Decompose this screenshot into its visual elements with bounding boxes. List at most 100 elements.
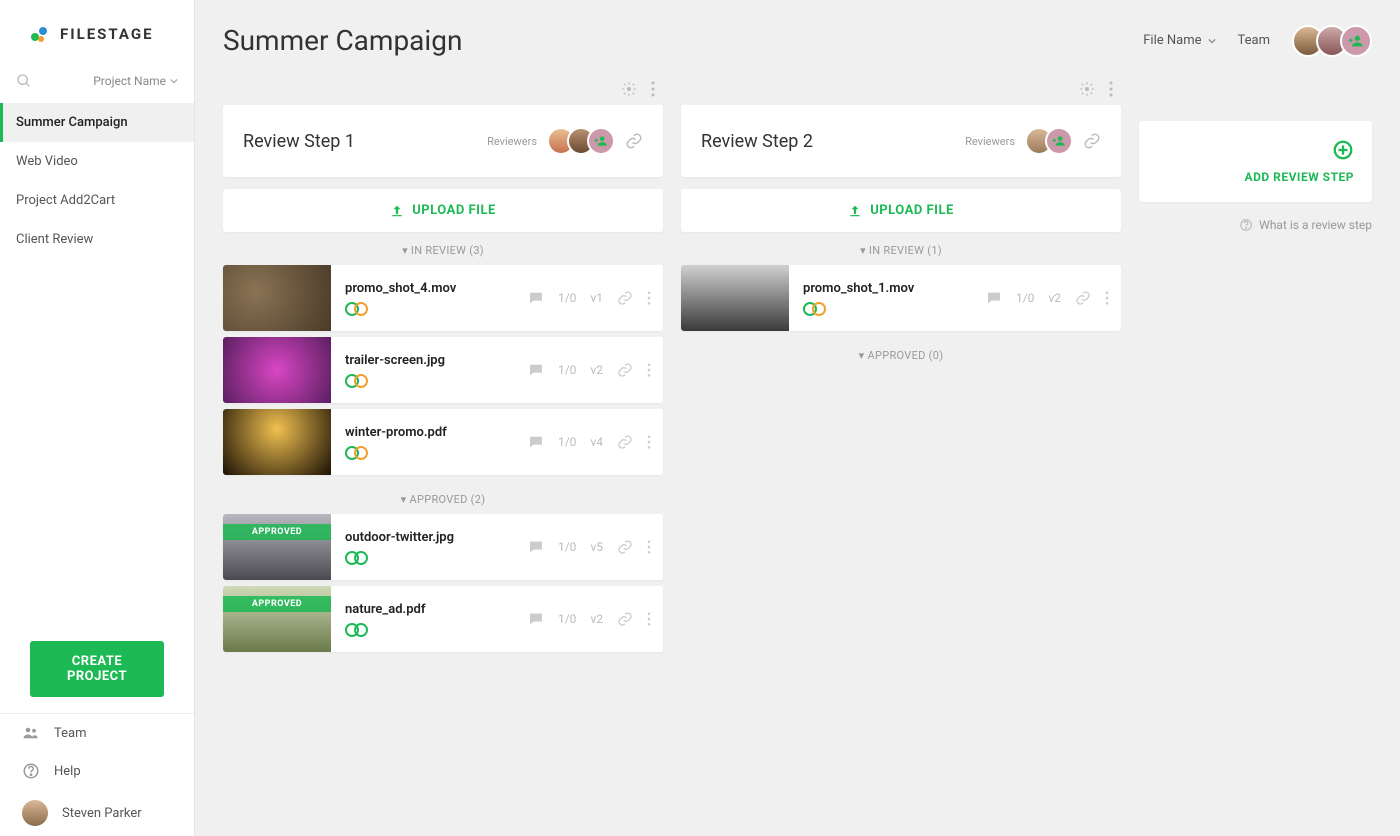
page-title: Summer Campaign: [223, 24, 462, 57]
file-card[interactable]: promo_shot_4.mov 1/0 v1: [223, 265, 663, 331]
file-thumbnail: [223, 409, 331, 475]
chevron-down-icon: [1208, 37, 1216, 45]
more-vertical-icon[interactable]: [647, 363, 651, 377]
sidebar-item-project-add2cart[interactable]: Project Add2Cart: [0, 181, 194, 220]
status-indicator: [345, 374, 514, 388]
more-vertical-icon[interactable]: [647, 612, 651, 626]
link-icon[interactable]: [1083, 132, 1101, 150]
main: Summer Campaign File Name Team: [195, 0, 1400, 836]
file-card[interactable]: winter-promo.pdf 1/0 v4: [223, 409, 663, 475]
upload-file-button[interactable]: UPLOAD FILE: [681, 189, 1121, 232]
review-step-column: Review Step 1 Reviewers: [223, 75, 663, 658]
topbar: Summer Campaign File Name Team: [195, 0, 1400, 75]
upload-icon: [848, 204, 862, 218]
sidebar-item-summer-campaign[interactable]: Summer Campaign: [0, 103, 194, 142]
comment-count: 1/0: [1016, 291, 1034, 305]
more-vertical-icon[interactable]: [1105, 291, 1109, 305]
review-steps-container: Review Step 1 Reviewers: [195, 75, 1400, 658]
comment-count: 1/0: [558, 291, 576, 305]
add-step-column: ADD REVIEW STEP What is a review step: [1139, 75, 1372, 658]
link-icon[interactable]: [617, 290, 633, 306]
more-vertical-icon[interactable]: [1109, 81, 1113, 97]
upload-label: UPLOAD FILE: [870, 203, 954, 218]
reviewers-label: Reviewers: [487, 135, 537, 148]
more-vertical-icon[interactable]: [647, 291, 651, 305]
more-vertical-icon[interactable]: [647, 540, 651, 554]
what-is-review-step-link[interactable]: What is a review step: [1139, 218, 1372, 232]
review-step-column: Review Step 2 Reviewers UP: [681, 75, 1121, 658]
gear-icon[interactable]: [1079, 81, 1095, 97]
add-person-icon: [1052, 134, 1066, 148]
step-title: Review Step 1: [243, 131, 355, 152]
comment-count: 1/0: [558, 540, 576, 554]
section-label-approved[interactable]: ▾ APPROVED (0): [681, 337, 1121, 370]
help-link[interactable]: Help: [0, 752, 194, 790]
file-name: outdoor-twitter.jpg: [345, 530, 514, 545]
add-step-label: ADD REVIEW STEP: [1245, 170, 1354, 184]
status-indicator: [345, 446, 514, 460]
comment-count: 1/0: [558, 612, 576, 626]
sidebar-item-web-video[interactable]: Web Video: [0, 142, 194, 181]
filename-dropdown[interactable]: File Name: [1143, 33, 1215, 48]
brand-name: FILESTAGE: [60, 25, 154, 43]
file-thumbnail: [681, 265, 789, 331]
search-icon[interactable]: [16, 73, 32, 89]
project-name-dropdown[interactable]: Project Name: [93, 74, 178, 88]
upload-icon: [390, 204, 404, 218]
comment-icon[interactable]: [528, 362, 544, 378]
comment-count: 1/0: [558, 435, 576, 449]
logo-icon: [30, 25, 52, 43]
plus-circle-icon: [1332, 139, 1354, 161]
section-label-in-review[interactable]: ▾ IN REVIEW (1): [681, 232, 1121, 265]
section-label-approved[interactable]: ▾ APPROVED (2): [223, 481, 663, 514]
comment-icon[interactable]: [528, 539, 544, 555]
file-name: nature_ad.pdf: [345, 602, 514, 617]
version-label: v5: [590, 540, 603, 554]
add-person-icon: [1348, 33, 1364, 49]
link-icon[interactable]: [617, 362, 633, 378]
link-icon[interactable]: [625, 132, 643, 150]
file-card[interactable]: trailer-screen.jpg 1/0 v2: [223, 337, 663, 403]
file-name: promo_shot_1.mov: [803, 281, 972, 296]
approved-ribbon: APPROVED: [223, 596, 331, 612]
comment-icon[interactable]: [528, 290, 544, 306]
link-icon[interactable]: [1075, 290, 1091, 306]
team-label: Team: [54, 726, 87, 741]
file-thumbnail: [223, 265, 331, 331]
comment-icon[interactable]: [528, 434, 544, 450]
add-team-member-button[interactable]: [1340, 25, 1372, 57]
team-avatars: [1292, 25, 1372, 57]
link-icon[interactable]: [617, 611, 633, 627]
comment-icon[interactable]: [528, 611, 544, 627]
add-reviewer-button[interactable]: [587, 127, 615, 155]
more-vertical-icon[interactable]: [651, 81, 655, 97]
file-card[interactable]: promo_shot_1.mov 1/0 v2: [681, 265, 1121, 331]
more-vertical-icon[interactable]: [647, 435, 651, 449]
chevron-down-icon: [170, 77, 178, 85]
add-reviewer-button[interactable]: [1045, 127, 1073, 155]
upload-file-button[interactable]: UPLOAD FILE: [223, 189, 663, 232]
version-label: v1: [590, 291, 603, 305]
file-card[interactable]: APPROVED nature_ad.pdf 1/0 v2: [223, 586, 663, 652]
help-icon: [22, 762, 40, 780]
file-card[interactable]: APPROVED outdoor-twitter.jpg 1/0 v5: [223, 514, 663, 580]
file-name: trailer-screen.jpg: [345, 353, 514, 368]
section-label-in-review[interactable]: ▾ IN REVIEW (3): [223, 232, 663, 265]
add-review-step-button[interactable]: ADD REVIEW STEP: [1139, 121, 1372, 202]
link-icon[interactable]: [617, 539, 633, 555]
comment-icon[interactable]: [986, 290, 1002, 306]
user-profile-link[interactable]: Steven Parker: [0, 790, 194, 836]
help-label: Help: [54, 764, 81, 779]
gear-icon[interactable]: [621, 81, 637, 97]
step-header: Review Step 2 Reviewers: [681, 105, 1121, 177]
file-thumbnail: APPROVED: [223, 514, 331, 580]
team-label: Team: [1238, 33, 1271, 48]
link-icon[interactable]: [617, 434, 633, 450]
sidebar-item-client-review[interactable]: Client Review: [0, 220, 194, 259]
create-project-button[interactable]: CREATE PROJECT: [30, 641, 164, 697]
file-name: promo_shot_4.mov: [345, 281, 514, 296]
team-link[interactable]: Team: [0, 714, 194, 752]
avatar: [22, 800, 48, 826]
version-label: v2: [1048, 291, 1061, 305]
people-icon: [22, 724, 40, 742]
